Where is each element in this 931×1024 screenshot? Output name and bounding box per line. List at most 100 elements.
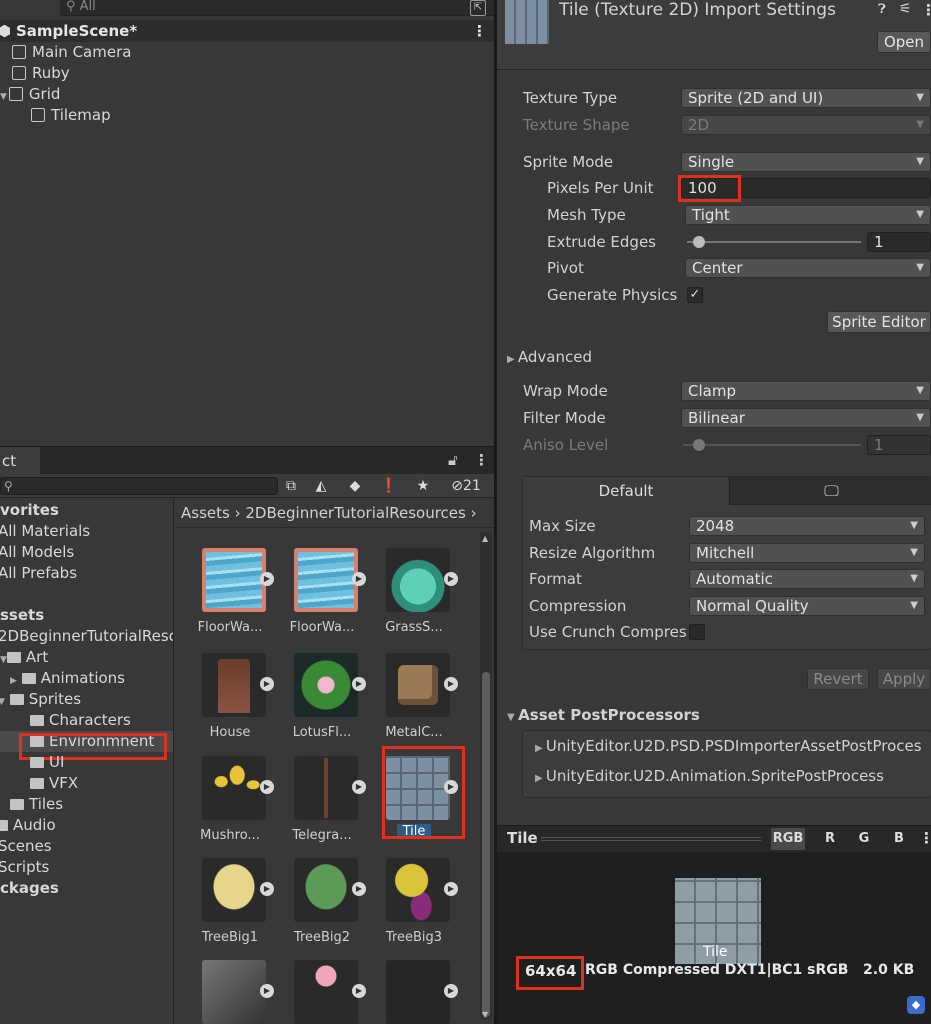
advanced-foldout[interactable]: ▶ Advanced	[507, 345, 592, 369]
asset-floorwater-2[interactable]: ▶ FloorWa...	[276, 548, 368, 648]
wrap-mode-dropdown[interactable]: Clamp ▼	[681, 381, 931, 401]
asset-treebig2[interactable]: ▶ TreeBig2	[276, 858, 368, 958]
asset-telegraph[interactable]: ▶ Telegra...	[276, 756, 368, 856]
preview-menu-icon[interactable]: ⋮	[919, 829, 931, 847]
play-icon[interactable]: ▶	[444, 677, 458, 691]
play-icon[interactable]: ▶	[260, 882, 274, 896]
play-icon[interactable]: ▶	[260, 572, 274, 586]
asset-label-icon[interactable]: ◆	[907, 996, 925, 1014]
play-icon[interactable]: ▶	[444, 984, 458, 998]
generate-physics-checkbox[interactable]: ✓	[687, 287, 703, 303]
help-icon[interactable]: ❓︎	[878, 2, 886, 17]
pivot-dropdown[interactable]: Center ▼	[685, 258, 931, 278]
search-by-type-icon[interactable]: ⧉	[276, 476, 306, 496]
asset-lotus[interactable]: ▶ LotusFl...	[276, 653, 368, 753]
channel-r-button[interactable]: R	[813, 828, 847, 850]
favorite-all-models[interactable]: All Models	[0, 542, 74, 563]
max-size-dropdown[interactable]: 2048 ▼	[689, 516, 925, 536]
lock-icon[interactable]: 🔓︎	[448, 451, 458, 469]
breadcrumb-resources[interactable]: 2DBeginnerTutorialResources	[245, 504, 465, 522]
preview-header[interactable]: Tile RGB R G B ⋮	[497, 825, 931, 852]
hierarchy-item-main-camera[interactable]: Main Camera	[12, 42, 131, 63]
panel-menu-icon[interactable]: ⋮	[474, 451, 489, 469]
scroll-up-icon[interactable]: ▲	[482, 534, 488, 543]
extrude-edges-field[interactable]: 1	[867, 232, 931, 252]
label-icon[interactable]: ◆	[340, 476, 370, 496]
sprite-mode-dropdown[interactable]: Single ▼	[681, 152, 931, 172]
format-dropdown[interactable]: Automatic ▼	[689, 569, 925, 589]
tab-project[interactable]: ct	[0, 447, 40, 475]
texture-type-dropdown[interactable]: Sprite (2D and UI) ▼	[681, 88, 931, 108]
slider-knob[interactable]	[693, 236, 705, 248]
asset-partial-3[interactable]: ▶	[368, 960, 460, 1024]
warning-icon[interactable]: ❗	[374, 476, 404, 496]
filter-mode-dropdown[interactable]: Bilinear ▼	[681, 408, 931, 428]
resize-algorithm-dropdown[interactable]: Mitchell ▼	[689, 543, 925, 563]
postprocessor-item[interactable]: ▶ UnityEditor.U2D.PSD.PSDImporterAssetPo…	[535, 734, 922, 758]
apply-button[interactable]: Apply	[877, 668, 931, 690]
folder-scenes[interactable]: Scenes	[0, 836, 52, 857]
hidden-packages-toggle[interactable]: ⊘21	[440, 476, 492, 496]
asset-partial-2[interactable]: ▶	[276, 960, 368, 1024]
inspector-menu-icon[interactable]: ⋮	[921, 1, 931, 19]
scrollbar-thumb[interactable]	[482, 672, 490, 1017]
asset-grass[interactable]: ▶ GrassS...	[368, 548, 460, 648]
scene-row[interactable]: ⬢ SampleScene* ⋮	[0, 20, 494, 42]
asset-treebig1[interactable]: ▶ TreeBig1	[184, 858, 276, 958]
scene-menu-icon[interactable]: ⋮	[472, 20, 487, 42]
play-icon[interactable]: ▶	[260, 677, 274, 691]
play-icon[interactable]: ▶	[444, 572, 458, 586]
preset-icon[interactable]: ⚟	[899, 1, 912, 17]
mesh-type-dropdown[interactable]: Tight ▼	[685, 205, 931, 225]
filter-by-type-icon[interactable]: ◭	[306, 476, 336, 496]
folder-ui[interactable]: UI	[30, 752, 64, 773]
chevron-right-icon[interactable]: ▶	[10, 676, 17, 686]
folder-vfx[interactable]: VFX	[30, 773, 78, 794]
tab-default[interactable]: Default	[523, 477, 729, 505]
use-crunch-checkbox[interactable]	[689, 624, 705, 640]
chevron-down-icon[interactable]: ▼	[0, 655, 7, 665]
breadcrumb-assets[interactable]: Assets	[181, 504, 230, 522]
folder-scripts[interactable]: Scripts	[0, 857, 49, 878]
asset-partial-1[interactable]: ▶	[184, 960, 276, 1024]
assets-header[interactable]: ssets	[0, 605, 44, 626]
folder-audio[interactable]: Audio	[0, 815, 56, 836]
asset-house[interactable]: ▶ House	[184, 653, 276, 753]
folder-art[interactable]: ▼ Art	[0, 647, 48, 668]
extrude-edges-slider[interactable]	[687, 241, 861, 243]
packages-header[interactable]: ckages	[0, 878, 59, 899]
asset-mushroom[interactable]: ▶ Mushro...	[184, 756, 276, 856]
play-icon[interactable]: ▶	[352, 780, 366, 794]
asset-metal-cube[interactable]: ▶ MetalC...	[368, 653, 460, 753]
channel-rgb-button[interactable]: RGB	[771, 828, 805, 850]
play-icon[interactable]: ▶	[352, 677, 366, 691]
asset-postprocessors-foldout[interactable]: ▼ Asset PostProcessors	[507, 703, 700, 727]
play-icon[interactable]: ▶	[352, 572, 366, 586]
favorites-header[interactable]: vorites	[0, 500, 59, 521]
folder-sprites[interactable]: ▼ Sprites	[0, 689, 81, 710]
channel-g-button[interactable]: G	[847, 828, 881, 850]
play-icon[interactable]: ▶	[260, 780, 274, 794]
folder-root[interactable]: 2DBeginnerTutorialResc	[0, 626, 173, 647]
hierarchy-item-ruby[interactable]: Ruby	[12, 63, 70, 84]
asset-treebig3[interactable]: ▶ TreeBig3	[368, 858, 460, 958]
sprite-editor-button[interactable]: Sprite Editor	[827, 311, 931, 333]
play-icon[interactable]: ▶	[444, 882, 458, 896]
open-button[interactable]: Open	[877, 31, 931, 53]
favorite-all-prefabs[interactable]: All Prefabs	[0, 563, 77, 584]
play-icon[interactable]: ▶	[260, 984, 274, 998]
lock-icon[interactable]: ⇱	[470, 0, 486, 16]
folder-animations[interactable]: ▶ Animations	[10, 668, 125, 689]
preview-drag-handle[interactable]	[541, 837, 761, 841]
play-icon[interactable]: ▶	[352, 984, 366, 998]
project-search-input[interactable]: ⚲	[0, 477, 278, 495]
expand-arrow-icon[interactable]: ▼	[0, 92, 7, 102]
tab-standalone[interactable]: 🖵︎	[729, 477, 931, 505]
scroll-down-icon[interactable]: ▼	[482, 1010, 488, 1019]
channel-b-button[interactable]: B	[882, 828, 916, 850]
hierarchy-item-grid[interactable]: ▼ Grid	[0, 84, 60, 105]
chevron-down-icon[interactable]: ▼	[0, 697, 5, 707]
postprocessor-item[interactable]: ▶ UnityEditor.U2D.Animation.SpritePostPr…	[535, 764, 884, 788]
hierarchy-search[interactable]: ⚲ All	[60, 0, 494, 16]
folder-characters[interactable]: Characters	[30, 710, 131, 731]
